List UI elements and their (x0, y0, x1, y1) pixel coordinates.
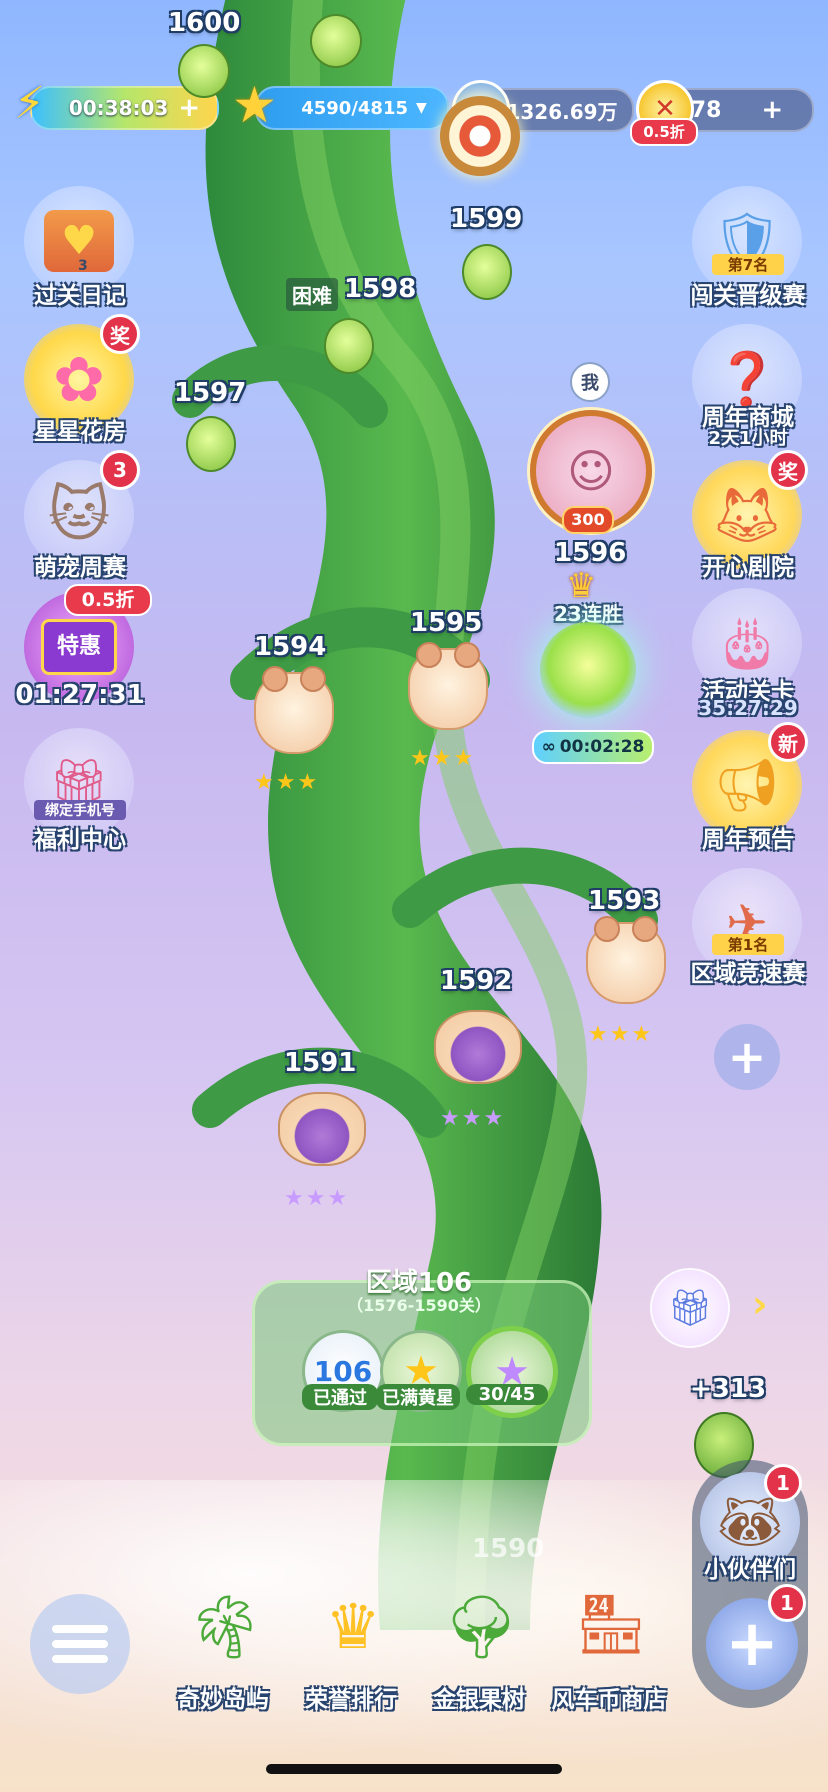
star-pill[interactable]: 4590/4815 ▼ (255, 86, 449, 130)
special-timer: 01:27:31 (15, 680, 145, 710)
region-race-label: 区域竞速赛 (690, 961, 806, 987)
region-race-rank: 第1名 (712, 934, 784, 955)
level-1594-stars: ★★★ (254, 770, 320, 795)
level-1597[interactable]: 1597 (174, 378, 246, 408)
special-discount-badge: 0.5折 (64, 584, 152, 616)
hamster-level-icon[interactable] (586, 916, 666, 1004)
owl-level-icon[interactable] (278, 1092, 366, 1166)
plus-reward: +313 (690, 1374, 767, 1404)
hamster-level-icon[interactable] (408, 642, 488, 730)
shop-icon: 🏪︎ (574, 1590, 648, 1658)
level-1595[interactable]: 1595 (410, 608, 482, 638)
level-1594[interactable]: 1594 (254, 632, 326, 662)
level-1591[interactable]: 1591 (284, 1048, 356, 1078)
fox-icon: 🦊︎ (711, 483, 783, 548)
theater-label: 开心剧院 (702, 555, 794, 581)
hamster-level-icon[interactable] (254, 666, 334, 754)
me-marker: 我 (570, 362, 610, 402)
level-1590[interactable]: 1590 (472, 1534, 544, 1564)
welfare-sub: 绑定手机号 (34, 800, 126, 820)
gift-bubble-button[interactable]: 🎁︎ (650, 1268, 730, 1348)
chevron-down-icon[interactable]: ▼ (416, 100, 427, 116)
passed-label: 已通过 (302, 1384, 378, 1410)
partners-badge: 1 (764, 1464, 802, 1502)
owl-level-icon[interactable] (434, 1010, 522, 1084)
level-1592[interactable]: 1592 (440, 966, 512, 996)
target-medal-icon[interactable] (440, 96, 520, 176)
nav-shop-button[interactable]: 🏪︎ (556, 1590, 666, 1680)
avatar-score: 300 (562, 506, 614, 534)
anniversary-shop-sub: 2天1小时 (708, 428, 788, 449)
rank-race-label: 闯关晋级赛 (690, 283, 806, 309)
theater-badge: 奖 (768, 450, 808, 490)
pet-week-badge: 3 (100, 450, 140, 490)
nav-island-button[interactable]: 🌴︎ (170, 1590, 280, 1680)
star-icon: ★ (232, 76, 277, 134)
cat-icon: 🐱︎ (47, 480, 111, 550)
coin-count: 1326.69万 (506, 99, 618, 124)
menu-list-button[interactable] (30, 1594, 130, 1694)
current-level-node[interactable] (540, 622, 636, 718)
hard-tag: 困难 (286, 278, 338, 311)
palm-island-icon: 🌴︎ (185, 1590, 265, 1663)
expand-plus-button[interactable]: + (714, 1024, 780, 1090)
pet-week-label: 萌宠周赛 (34, 555, 126, 581)
nav-ranking-button[interactable]: ♛ (298, 1590, 408, 1680)
flower-icon: ✿ (53, 342, 105, 416)
bean-pod-icon[interactable] (462, 244, 512, 300)
partners-label: 小伙伴们 (704, 1557, 796, 1583)
chevron-right-icon[interactable]: › (752, 1282, 768, 1326)
special-label: 特惠 (41, 619, 117, 675)
nav-shop-label: 风车币商店 (551, 1687, 667, 1713)
gold-discount-badge: 0.5折 (630, 118, 698, 146)
level-1592-stars: ★★★ (440, 1106, 506, 1131)
level-1596[interactable]: 1596 (554, 538, 626, 568)
level-1593[interactable]: 1593 (588, 886, 660, 916)
megaphone-icon: 📢︎ (713, 755, 780, 816)
level-1599[interactable]: 1599 (450, 204, 522, 234)
bean-pod-icon[interactable] (186, 416, 236, 472)
add-gold-icon[interactable]: + (761, 95, 783, 125)
anniversary-preview-badge: 新 (768, 722, 808, 762)
diary-label: 过关日记 (34, 283, 126, 309)
yellow-star-label: 已满黄星 (376, 1384, 460, 1410)
level-1593-stars: ★★★ (588, 1022, 654, 1047)
gold-count: 78 (690, 97, 722, 123)
crown-trophy-icon: ♛ (325, 1590, 381, 1663)
passed-value: 106 (313, 1354, 373, 1388)
level-1595-stars: ★★★ (410, 746, 476, 771)
diary-count: 3 (78, 258, 88, 274)
flower-house-badge: 奖 (100, 314, 140, 354)
bean-pod-icon[interactable] (324, 318, 374, 374)
add-energy-icon[interactable]: + (178, 93, 200, 123)
rank-race-rank: 第7名 (712, 254, 784, 275)
star-count: 4590/4815 (301, 97, 408, 119)
flower-house-label: 星星花房 (34, 419, 126, 445)
bean-pod-icon[interactable] (310, 14, 362, 68)
nav-tree-button[interactable]: 🌳︎ (426, 1590, 536, 1680)
welfare-label: 福利中心 (34, 827, 126, 853)
anniversary-preview-label: 周年预告 (702, 827, 794, 853)
partners-add-badge: 1 (768, 1584, 806, 1622)
lightning-icon: ⚡ (14, 78, 45, 129)
raccoon-icon: 🦝︎ (718, 1492, 782, 1551)
event-level-timer: 35:27:29 (698, 696, 798, 720)
fruit-tree-icon: 🌳︎ (441, 1590, 521, 1663)
cake-icon: 🎂︎ (713, 613, 780, 674)
nav-tree-label: 金银果树 (433, 1687, 525, 1713)
star-progress: 30/45 (466, 1384, 548, 1405)
level-1598[interactable]: 1598 (344, 274, 416, 304)
list-icon (52, 1618, 108, 1670)
home-indicator (266, 1764, 562, 1774)
energy-timer: 00:38:03 (68, 96, 169, 120)
region-range: （1576-1590关） (347, 1296, 491, 1315)
infinity-icon: ∞ (541, 737, 556, 757)
avatar-face-icon: ☺ (567, 444, 615, 498)
current-level-timer: ∞ 00:02:28 (532, 730, 654, 764)
bean-pod-icon[interactable] (178, 44, 230, 98)
level-1591-stars: ★★★ (284, 1186, 350, 1211)
level-1600[interactable]: 1600 (168, 8, 240, 38)
